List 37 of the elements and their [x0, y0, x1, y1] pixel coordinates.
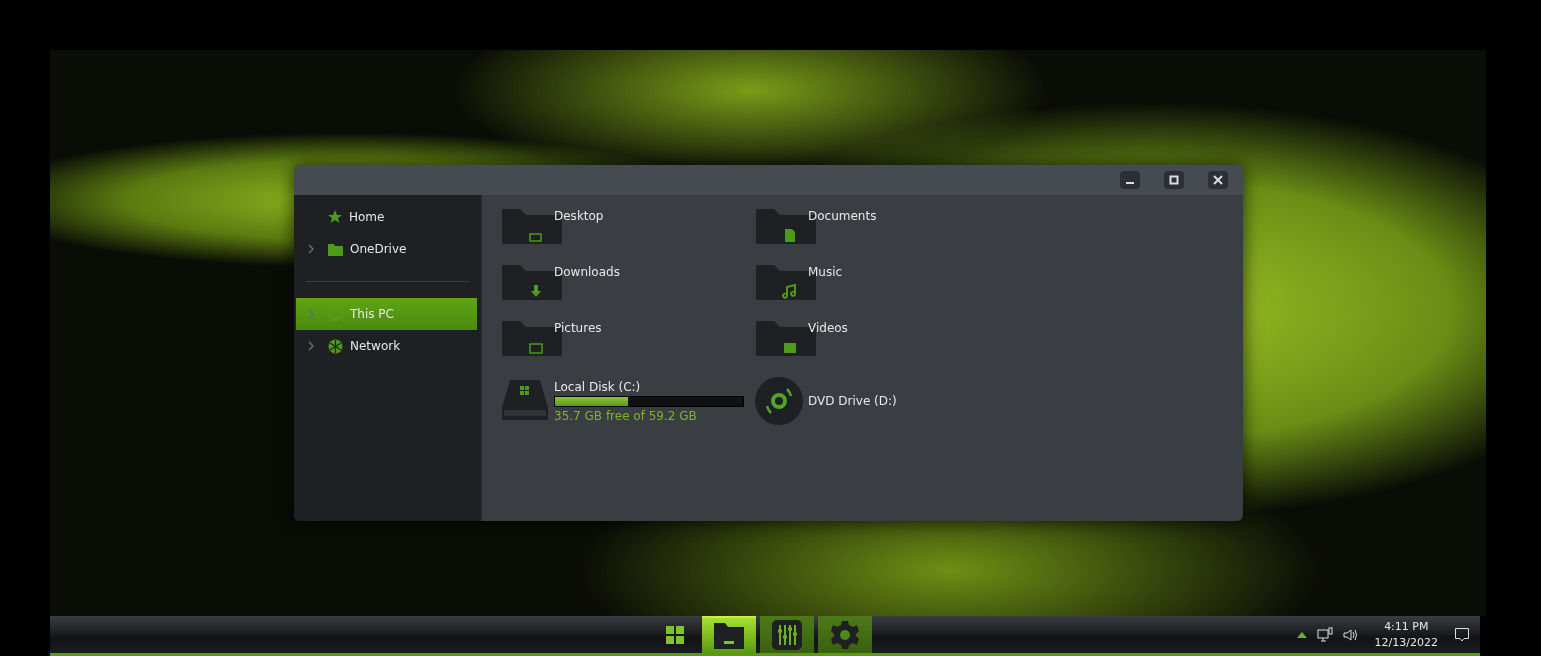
maximize-icon	[1169, 175, 1179, 185]
close-button[interactable]	[1208, 171, 1228, 189]
clock-time[interactable]: 4:11 PM	[1384, 618, 1429, 635]
sidebar-item[interactable]: OneDrive	[296, 233, 477, 265]
folder-name[interactable]: Downloads	[554, 265, 620, 279]
free-space-text: 35.7 GB free of 59.2 GB	[554, 408, 698, 423]
chevron-icon[interactable]	[308, 244, 314, 254]
hard-drive-icon[interactable]	[500, 380, 550, 422]
taskbar-app-button[interactable]	[760, 616, 814, 653]
taskbar-app-button[interactable]	[702, 616, 756, 653]
folder-name[interactable]: Desktop	[554, 209, 604, 223]
settings-icon	[830, 619, 860, 650]
drive-name[interactable]: DVD Drive (D:)	[808, 394, 897, 408]
chevron-icon[interactable]	[308, 341, 314, 351]
folder-name[interactable]: Pictures	[554, 321, 602, 335]
drive-name[interactable]: Local Disk (C:)	[554, 379, 744, 394]
network-icon[interactable]	[1316, 626, 1333, 643]
maximize-button[interactable]	[1164, 171, 1184, 189]
sidebar-item[interactable]: Home	[296, 201, 477, 233]
star-icon	[328, 210, 342, 224]
disc-icon[interactable]	[754, 376, 804, 426]
folder-icon	[328, 242, 343, 256]
sidebar-item[interactable]: Network	[296, 330, 477, 362]
minimize-button[interactable]	[1120, 171, 1140, 189]
close-icon	[1213, 175, 1223, 185]
folder-name[interactable]: Documents	[808, 209, 877, 223]
speaker-icon[interactable]	[1342, 627, 1359, 642]
show-hidden-icons-icon[interactable]	[1296, 631, 1307, 638]
globe-icon	[328, 338, 343, 354]
sliders-icon	[772, 619, 802, 650]
notifications-icon[interactable]	[1454, 626, 1470, 643]
folder-name[interactable]: Videos	[808, 321, 848, 335]
folder-name[interactable]: Music	[808, 265, 843, 279]
folder-icon	[713, 621, 745, 650]
windows-icon	[666, 625, 684, 644]
minimize-icon	[1126, 182, 1134, 184]
clock-date[interactable]: 12/13/2022	[1374, 634, 1438, 651]
